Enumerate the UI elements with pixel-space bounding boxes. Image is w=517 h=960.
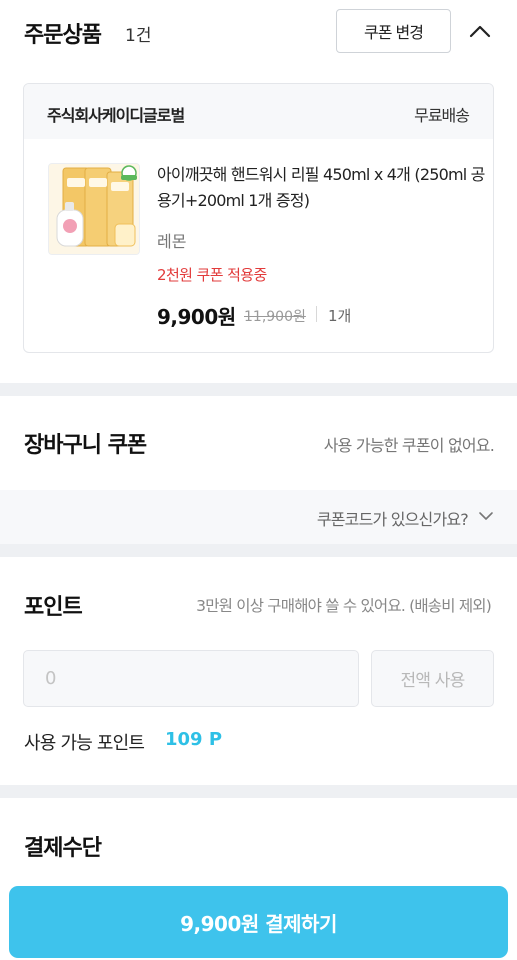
seller-bar: 주식회사케이디글로벌 무료배송 (24, 84, 493, 139)
coupon-code-link[interactable]: 쿠폰코드가 있으신가요? (317, 506, 469, 530)
section-divider (0, 544, 517, 557)
coupon-change-button[interactable]: 쿠폰 변경 (336, 9, 451, 53)
order-section-title: 주문상품 (24, 23, 102, 48)
original-price: 11,900원 (244, 309, 306, 325)
cart-coupon-message: 사용 가능한 쿠폰이 없어요. (323, 436, 495, 455)
section-divider (0, 383, 517, 396)
chevron-down-icon[interactable] (478, 508, 494, 524)
chevron-up-icon[interactable] (468, 20, 492, 42)
price-divider (316, 306, 317, 322)
shipping-label: 무료배송 (414, 106, 470, 125)
product-card: 주식회사케이디글로벌 무료배송 아이깨끗해 핸드워시 리필 450ml x 4개… (23, 83, 494, 353)
payment-method-title: 결제수단 (24, 836, 102, 861)
section-divider (0, 785, 517, 798)
sale-price: 9,900원 (157, 305, 236, 329)
product-thumbnail[interactable] (48, 163, 140, 255)
available-points-value: 109 P (165, 729, 223, 750)
seller-name: 주식회사케이디글로벌 (47, 106, 185, 125)
product-name[interactable]: 아이깨끗해 핸드워시 리필 450ml x 4개 (250ml 공용기+200m… (157, 162, 487, 214)
use-all-points-button[interactable]: 전액 사용 (371, 650, 494, 707)
order-item-count: 1건 (125, 26, 152, 46)
cart-coupon-title: 장바구니 쿠폰 (24, 433, 147, 458)
coupon-applied-label: 2천원 쿠폰 적용중 (157, 266, 267, 284)
coupon-code-toggle[interactable]: 쿠폰코드가 있으신가요? (0, 490, 517, 544)
product-image (49, 164, 139, 254)
product-quantity: 1개 (328, 307, 352, 325)
available-points-label: 사용 가능 포인트 (24, 733, 145, 754)
points-notice: 3만원 이상 구매해야 쓸 수 있어요. (배송비 제외) (196, 597, 492, 615)
product-option: 레몬 (157, 232, 187, 251)
points-input[interactable] (23, 650, 359, 707)
points-title: 포인트 (24, 595, 83, 620)
pay-button[interactable]: 9,900원 결제하기 (9, 886, 508, 958)
